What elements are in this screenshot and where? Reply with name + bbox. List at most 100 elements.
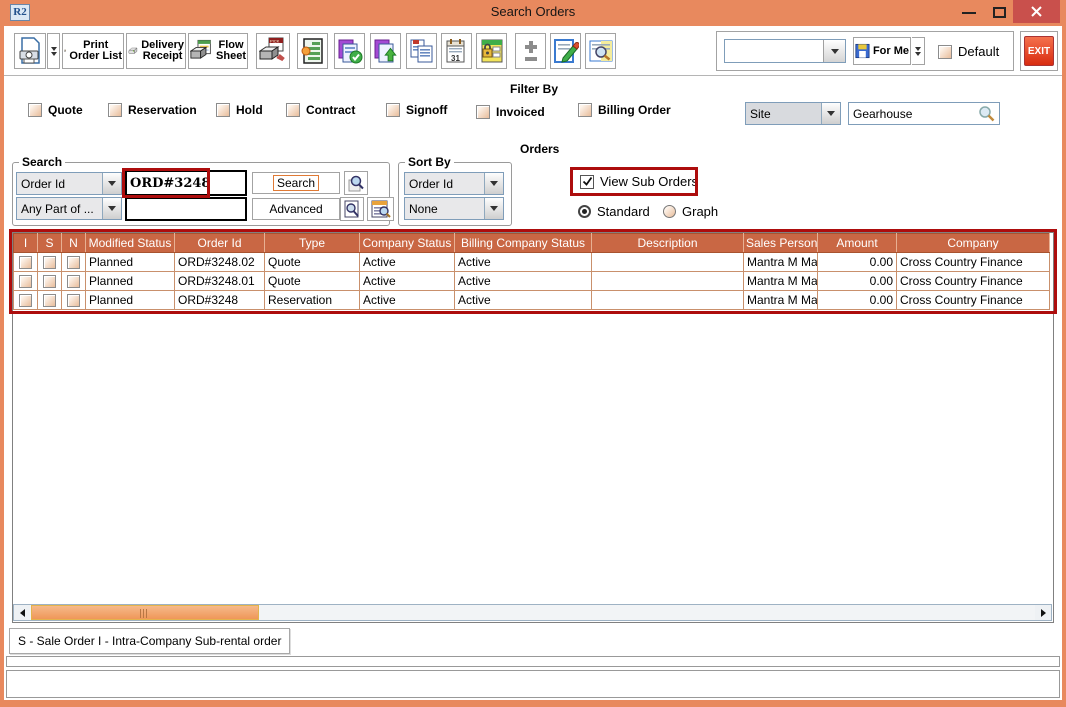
sort-primary-dropdown[interactable]: Order Id <box>404 172 504 195</box>
dropdown-arrow-button[interactable] <box>823 40 845 62</box>
magnifier-icon[interactable] <box>978 105 995 122</box>
grid-search-button[interactable] <box>367 197 394 221</box>
cell-description[interactable] <box>592 272 744 291</box>
cell-company-status[interactable]: Active <box>360 272 455 291</box>
filter-checkbox-quote[interactable]: Quote <box>28 103 83 117</box>
search-value2-input[interactable] <box>125 197 247 221</box>
row-checkbox-n[interactable] <box>67 275 80 288</box>
cell-company[interactable]: Cross Country Finance <box>897 253 1050 272</box>
table-row[interactable]: Planned ORD#3248.02 Quote Active Active … <box>14 253 1050 272</box>
preview-button[interactable] <box>585 33 616 69</box>
cell-company[interactable]: Cross Country Finance <box>897 291 1050 310</box>
cell-sales-person[interactable]: Mantra M Ma... <box>744 253 818 272</box>
row-checkbox-n[interactable] <box>67 256 80 269</box>
saved-search-dropdown[interactable] <box>724 39 846 63</box>
column-header-sales-person[interactable]: Sales Person <box>744 234 818 253</box>
title-bar[interactable]: R2 Search Orders <box>0 0 1066 26</box>
horizontal-scrollbar[interactable] <box>13 604 1052 621</box>
row-checkbox-n[interactable] <box>67 294 80 307</box>
new-order-button[interactable] <box>297 33 328 69</box>
cell-billing-company-status[interactable]: Active <box>455 291 592 310</box>
column-header-n[interactable]: N <box>62 234 86 253</box>
site-dropdown[interactable]: Site <box>745 102 841 125</box>
filter-checkbox-invoiced[interactable]: Invoiced <box>476 105 545 119</box>
adjust-quantity-button[interactable] <box>515 33 546 69</box>
minimize-button[interactable] <box>962 12 976 14</box>
column-header-i[interactable]: I <box>14 234 38 253</box>
scroll-left-button[interactable] <box>14 605 30 620</box>
cell-order-id[interactable]: ORD#3248 <box>175 291 265 310</box>
row-checkbox-s[interactable] <box>43 275 56 288</box>
edit-order-button[interactable] <box>550 33 581 69</box>
scroll-right-button[interactable] <box>1035 605 1051 620</box>
cell-amount[interactable]: 0.00 <box>818 253 897 272</box>
pick-list-button[interactable]: PICK <box>256 33 290 69</box>
for-me-button[interactable]: For Me <box>853 37 911 65</box>
filter-checkbox-signoff[interactable]: Signoff <box>386 103 447 117</box>
maximize-button[interactable] <box>993 7 1006 18</box>
results-list[interactable]: I S N Modified Status Order Id Type Comp… <box>12 232 1054 623</box>
filter-checkbox-hold[interactable]: Hold <box>216 103 263 117</box>
cell-company-status[interactable]: Active <box>360 253 455 272</box>
advanced-find-button[interactable] <box>340 197 364 221</box>
cell-type[interactable]: Quote <box>265 253 360 272</box>
standard-radio[interactable]: Standard <box>578 204 650 219</box>
table-row[interactable]: Planned ORD#3248 Reservation Active Acti… <box>14 291 1050 310</box>
column-header-company[interactable]: Company <box>897 234 1050 253</box>
column-header-company-status[interactable]: Company Status <box>360 234 455 253</box>
close-button[interactable] <box>1013 0 1060 23</box>
dropdown-arrow-button[interactable] <box>102 173 121 194</box>
cell-modified-status[interactable]: Planned <box>86 291 175 310</box>
dropdown-arrow-button[interactable] <box>102 198 121 219</box>
search-criteria1-dropdown[interactable]: Order Id <box>16 172 122 195</box>
dropdown-arrow-button[interactable] <box>484 198 503 219</box>
row-checkbox-s[interactable] <box>43 256 56 269</box>
advanced-button[interactable]: Advanced <box>252 198 340 220</box>
filter-checkbox-contract[interactable]: Contract <box>286 103 355 117</box>
dropdown-arrow-button[interactable] <box>821 103 840 124</box>
scrollbar-thumb[interactable] <box>31 605 259 620</box>
print-options-dropdown-button[interactable] <box>47 33 60 69</box>
security-button[interactable] <box>476 33 507 69</box>
cell-amount[interactable]: 0.00 <box>818 272 897 291</box>
site-search-field[interactable]: Gearhouse <box>848 102 1000 125</box>
row-checkbox-i[interactable] <box>19 294 32 307</box>
cell-billing-company-status[interactable]: Active <box>455 272 592 291</box>
send-order-button[interactable] <box>370 33 401 69</box>
default-checkbox[interactable]: Default <box>938 44 999 59</box>
calendar-button[interactable]: 31 <box>441 33 472 69</box>
cell-billing-company-status[interactable]: Active <box>455 253 592 272</box>
column-header-s[interactable]: S <box>38 234 62 253</box>
confirm-order-button[interactable] <box>334 33 365 69</box>
cell-order-id[interactable]: ORD#3248.01 <box>175 272 265 291</box>
search-button[interactable]: Search <box>252 172 340 194</box>
cell-modified-status[interactable]: Planned <box>86 253 175 272</box>
dropdown-arrow-button[interactable] <box>484 173 503 194</box>
cell-company[interactable]: Cross Country Finance <box>897 272 1050 291</box>
copy-order-button[interactable] <box>406 33 437 69</box>
cell-company-status[interactable]: Active <box>360 291 455 310</box>
column-header-modified-status[interactable]: Modified Status <box>86 234 175 253</box>
sort-secondary-dropdown[interactable]: None <box>404 197 504 220</box>
row-checkbox-i[interactable] <box>19 256 32 269</box>
cell-description[interactable] <box>592 253 744 272</box>
cell-type[interactable]: Quote <box>265 272 360 291</box>
delivery-receipt-button[interactable]: Delivery Receipt <box>126 33 186 69</box>
filter-checkbox-reservation[interactable]: Reservation <box>108 103 197 117</box>
flow-sheet-button[interactable]: Flow Sheet <box>188 33 248 69</box>
row-checkbox-i[interactable] <box>19 275 32 288</box>
cell-description[interactable] <box>592 291 744 310</box>
column-header-description[interactable]: Description <box>592 234 744 253</box>
exit-button[interactable]: EXIT <box>1024 36 1054 66</box>
column-header-amount[interactable]: Amount <box>818 234 897 253</box>
for-me-spinner[interactable] <box>912 37 925 65</box>
cell-type[interactable]: Reservation <box>265 291 360 310</box>
cell-sales-person[interactable]: Mantra M Ma... <box>744 291 818 310</box>
column-header-order-id[interactable]: Order Id <box>175 234 265 253</box>
cell-amount[interactable]: 0.00 <box>818 291 897 310</box>
cell-modified-status[interactable]: Planned <box>86 272 175 291</box>
column-header-billing-company-status[interactable]: Billing Company Status <box>455 234 592 253</box>
search-criteria2-dropdown[interactable]: Any Part of ... <box>16 197 122 220</box>
cell-order-id[interactable]: ORD#3248.02 <box>175 253 265 272</box>
quick-search-button[interactable] <box>344 171 368 195</box>
